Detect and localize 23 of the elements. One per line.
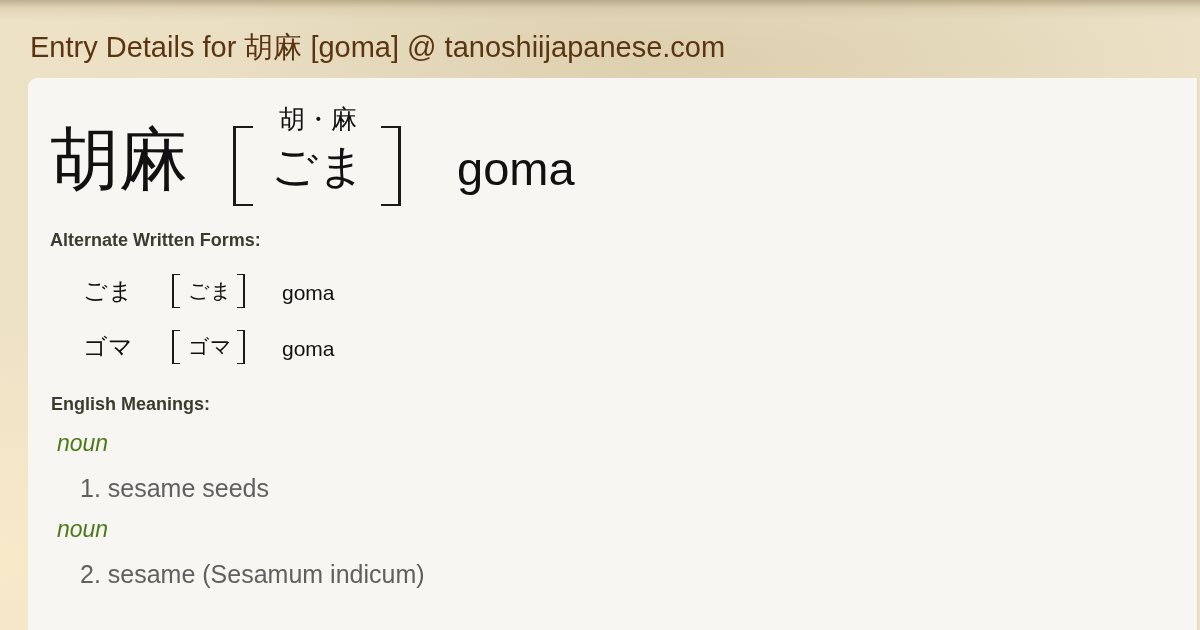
alternate-romaji: goma	[282, 280, 335, 305]
right-bracket-icon	[237, 330, 245, 364]
meaning-text: 1. sesame seeds	[80, 474, 269, 502]
entry-word: 胡麻	[50, 121, 188, 200]
left-bracket-icon	[233, 126, 253, 206]
page-title: Entry Details for 胡麻 [goma] @ tanoshiijapanese.com	[30, 30, 726, 64]
part-of-speech: noun	[57, 516, 109, 542]
alternate-form: ゴマ	[83, 333, 134, 362]
entry-romaji: goma	[457, 142, 575, 196]
alternate-form: ごま	[83, 277, 134, 306]
section-heading: English Meanings:	[51, 393, 210, 415]
alternate-reading: ゴマ	[188, 334, 232, 361]
furigana: 胡・麻	[279, 106, 357, 134]
right-bracket-icon	[381, 126, 401, 206]
right-bracket-icon	[237, 274, 245, 308]
left-bracket-icon	[172, 330, 180, 364]
part-of-speech: noun	[57, 430, 109, 456]
alternate-reading: ごま	[188, 278, 232, 305]
meaning-text: 2. sesame (Sesamum indicum)	[80, 560, 425, 588]
entry-reading: ごま	[271, 141, 365, 193]
alternate-romaji: goma	[282, 336, 335, 361]
section-heading: Alternate Written Forms:	[50, 229, 261, 251]
left-bracket-icon	[172, 274, 180, 308]
